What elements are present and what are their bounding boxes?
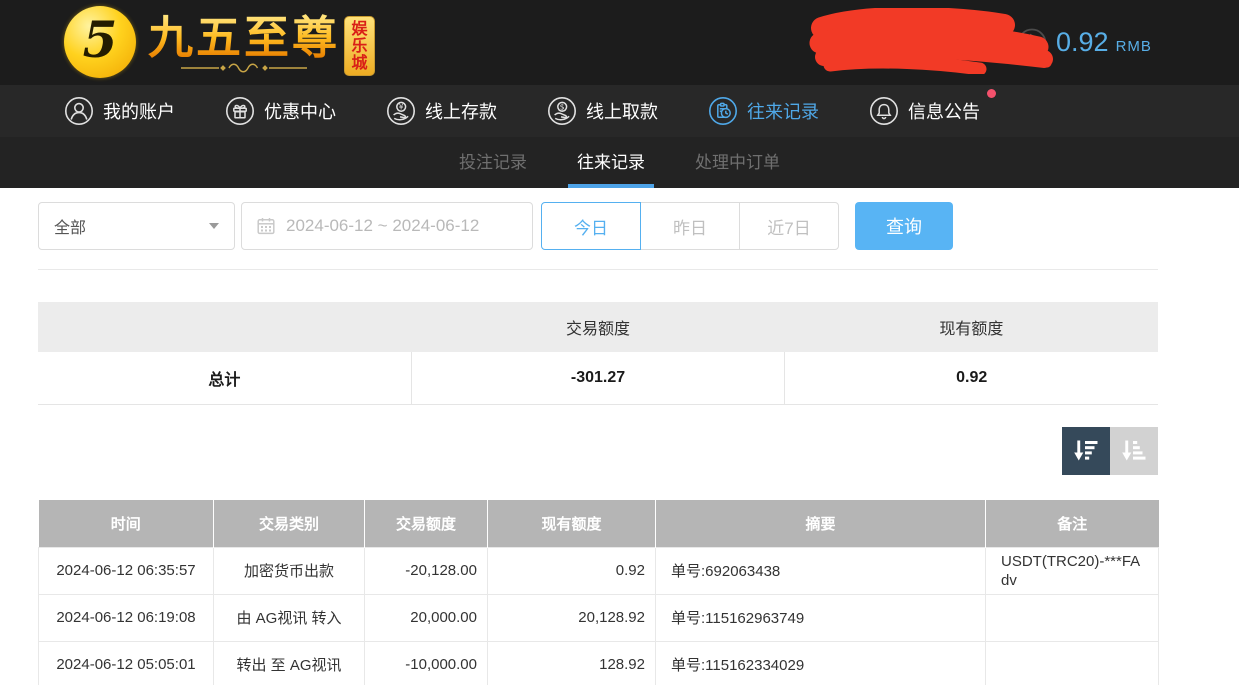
cell-time: 2024-06-12 06:19:08 [39,594,214,641]
summary-header-balance: 现有额度 [785,302,1158,352]
sort-descending-button[interactable] [1062,427,1110,475]
logo-title: 九五至尊 [148,14,340,61]
summary-header: 交易额度 现有额度 [38,302,1158,352]
bell-icon [869,96,899,126]
tab-betting-records[interactable]: 投注记录 [450,137,536,188]
today-button[interactable]: 今日 [541,202,641,250]
logo-monogram-icon: 5 [64,6,136,78]
cell-type: 转出 至 AG视讯 [214,641,365,685]
summary-total-row: 总计 -301.27 0.92 [38,352,1158,405]
search-button[interactable]: 查询 [855,202,953,250]
sort-ascending-button[interactable] [1110,427,1158,475]
tab-transaction-records[interactable]: 往来记录 [568,137,654,188]
logo-flourish-icon [179,61,309,75]
last-7-days-button[interactable]: 近7日 [739,202,839,250]
cell-balance: 20,128.92 [488,594,656,641]
date-range-value: 2024-06-12 ~ 2024-06-12 [286,216,479,236]
table-row: 2024-06-12 06:35:57 加密货币出款 -20,128.00 0.… [39,547,1159,594]
yesterday-button[interactable]: 昨日 [640,202,740,250]
svg-text:$: $ [560,102,565,111]
balance-amount: 0.92 [1056,27,1109,58]
cell-balance: 0.92 [488,547,656,594]
records-icon [708,96,738,126]
nav-item-promotions[interactable]: 优惠中心 [225,96,336,126]
nav-item-transaction-records[interactable]: 往来记录 [708,96,819,126]
cell-time: 2024-06-12 05:05:01 [39,641,214,685]
balance-display: 0.92 RMB [1056,27,1152,58]
notification-dot [987,89,996,98]
cell-balance: 128.92 [488,641,656,685]
cell-type: 加密货币出款 [214,547,365,594]
col-summary: 摘要 [656,500,986,547]
cell-amount: -10,000.00 [365,641,488,685]
col-remark: 备注 [986,500,1159,547]
sort-descending-icon [1071,436,1101,466]
sub-nav: 投注记录 往来记录 处理中订单 [0,137,1239,188]
nav-label: 往来记录 [747,98,819,124]
type-filter-dropdown[interactable]: 全部 [38,202,235,250]
site-logo[interactable]: 5 九五至尊 娱 乐 城 [64,6,375,78]
redaction-scribble [808,8,1053,74]
badge-char: 乐 [352,38,368,55]
gift-icon [225,96,255,126]
nav-item-withdraw[interactable]: $ 线上取款 [547,96,658,126]
table-row: 2024-06-12 06:19:08 由 AG视讯 转入 20,000.00 … [39,594,1159,641]
col-type: 交易类别 [214,500,365,547]
divider [38,269,1158,270]
nav-item-announcements[interactable]: 信息公告 [869,96,980,126]
nav-label: 信息公告 [908,98,980,124]
cell-summary: 单号:692063438 [656,547,986,594]
type-filter-value: 全部 [54,214,86,238]
nav-label: 线上取款 [586,98,658,124]
content-area: 全部 2024-06-12 ~ 2024-06-12 今日 昨日 [38,202,1158,685]
sort-ascending-icon [1119,436,1149,466]
badge-char: 城 [352,55,368,72]
cell-summary: 单号:115162334029 [656,641,986,685]
nav-label: 线上存款 [425,98,497,124]
summary-total-balance: 0.92 [784,352,1158,404]
nav-item-my-account[interactable]: 我的账户 [64,96,175,126]
balance-currency: RMB [1116,38,1152,55]
logo-badge: 娱 乐 城 [344,16,375,76]
cell-type: 由 AG视讯 转入 [214,594,365,641]
sort-controls [38,427,1158,475]
cell-amount: 20,000.00 [365,594,488,641]
withdraw-icon: $ [547,96,577,126]
nav-label: 我的账户 [103,98,175,124]
chevron-down-icon [209,223,219,229]
main-nav: 我的账户 优惠中心 ¥ 线上存款 [0,85,1239,137]
col-amount: 交易额度 [365,500,488,547]
records-header-row: 时间 交易类别 交易额度 现有额度 摘要 备注 [39,500,1159,547]
remark-text: USDT(TRC20)-***FAdv [1001,552,1143,590]
table-row: 2024-06-12 05:05:01 转出 至 AG视讯 -10,000.00… [39,641,1159,685]
summary-total-transaction: -301.27 [411,352,785,404]
user-icon [64,96,94,126]
nav-item-deposit[interactable]: ¥ 线上存款 [386,96,497,126]
cell-amount: -20,128.00 [365,547,488,594]
top-header: 5 九五至尊 娱 乐 城 [0,0,1239,85]
summary-header-transaction: 交易额度 [411,302,784,352]
quick-range-group: 今日 昨日 近7日 [541,202,839,250]
cell-remark: USDT(TRC20)-***FAdv [986,547,1159,594]
records-table: 时间 交易类别 交易额度 现有额度 摘要 备注 2024-06-12 06:35… [38,500,1159,685]
summary-total-label: 总计 [38,352,411,404]
date-range-input[interactable]: 2024-06-12 ~ 2024-06-12 [241,202,533,250]
summary-header-empty [38,302,411,352]
cell-remark [986,594,1159,641]
badge-char: 娱 [352,21,368,38]
tab-processing-orders[interactable]: 处理中订单 [686,137,789,188]
logo-monogram: 5 [83,10,118,69]
deposit-icon: ¥ [386,96,416,126]
svg-text:¥: ¥ [399,102,404,111]
summary-table: 交易额度 现有额度 总计 -301.27 0.92 [38,302,1158,405]
filter-row: 全部 2024-06-12 ~ 2024-06-12 今日 昨日 [38,202,1158,250]
calendar-icon [256,216,276,236]
cell-time: 2024-06-12 06:35:57 [39,547,214,594]
cell-summary: 单号:115162963749 [656,594,986,641]
col-time: 时间 [39,500,214,547]
nav-label: 优惠中心 [264,98,336,124]
cell-remark [986,641,1159,685]
col-balance: 现有额度 [488,500,656,547]
